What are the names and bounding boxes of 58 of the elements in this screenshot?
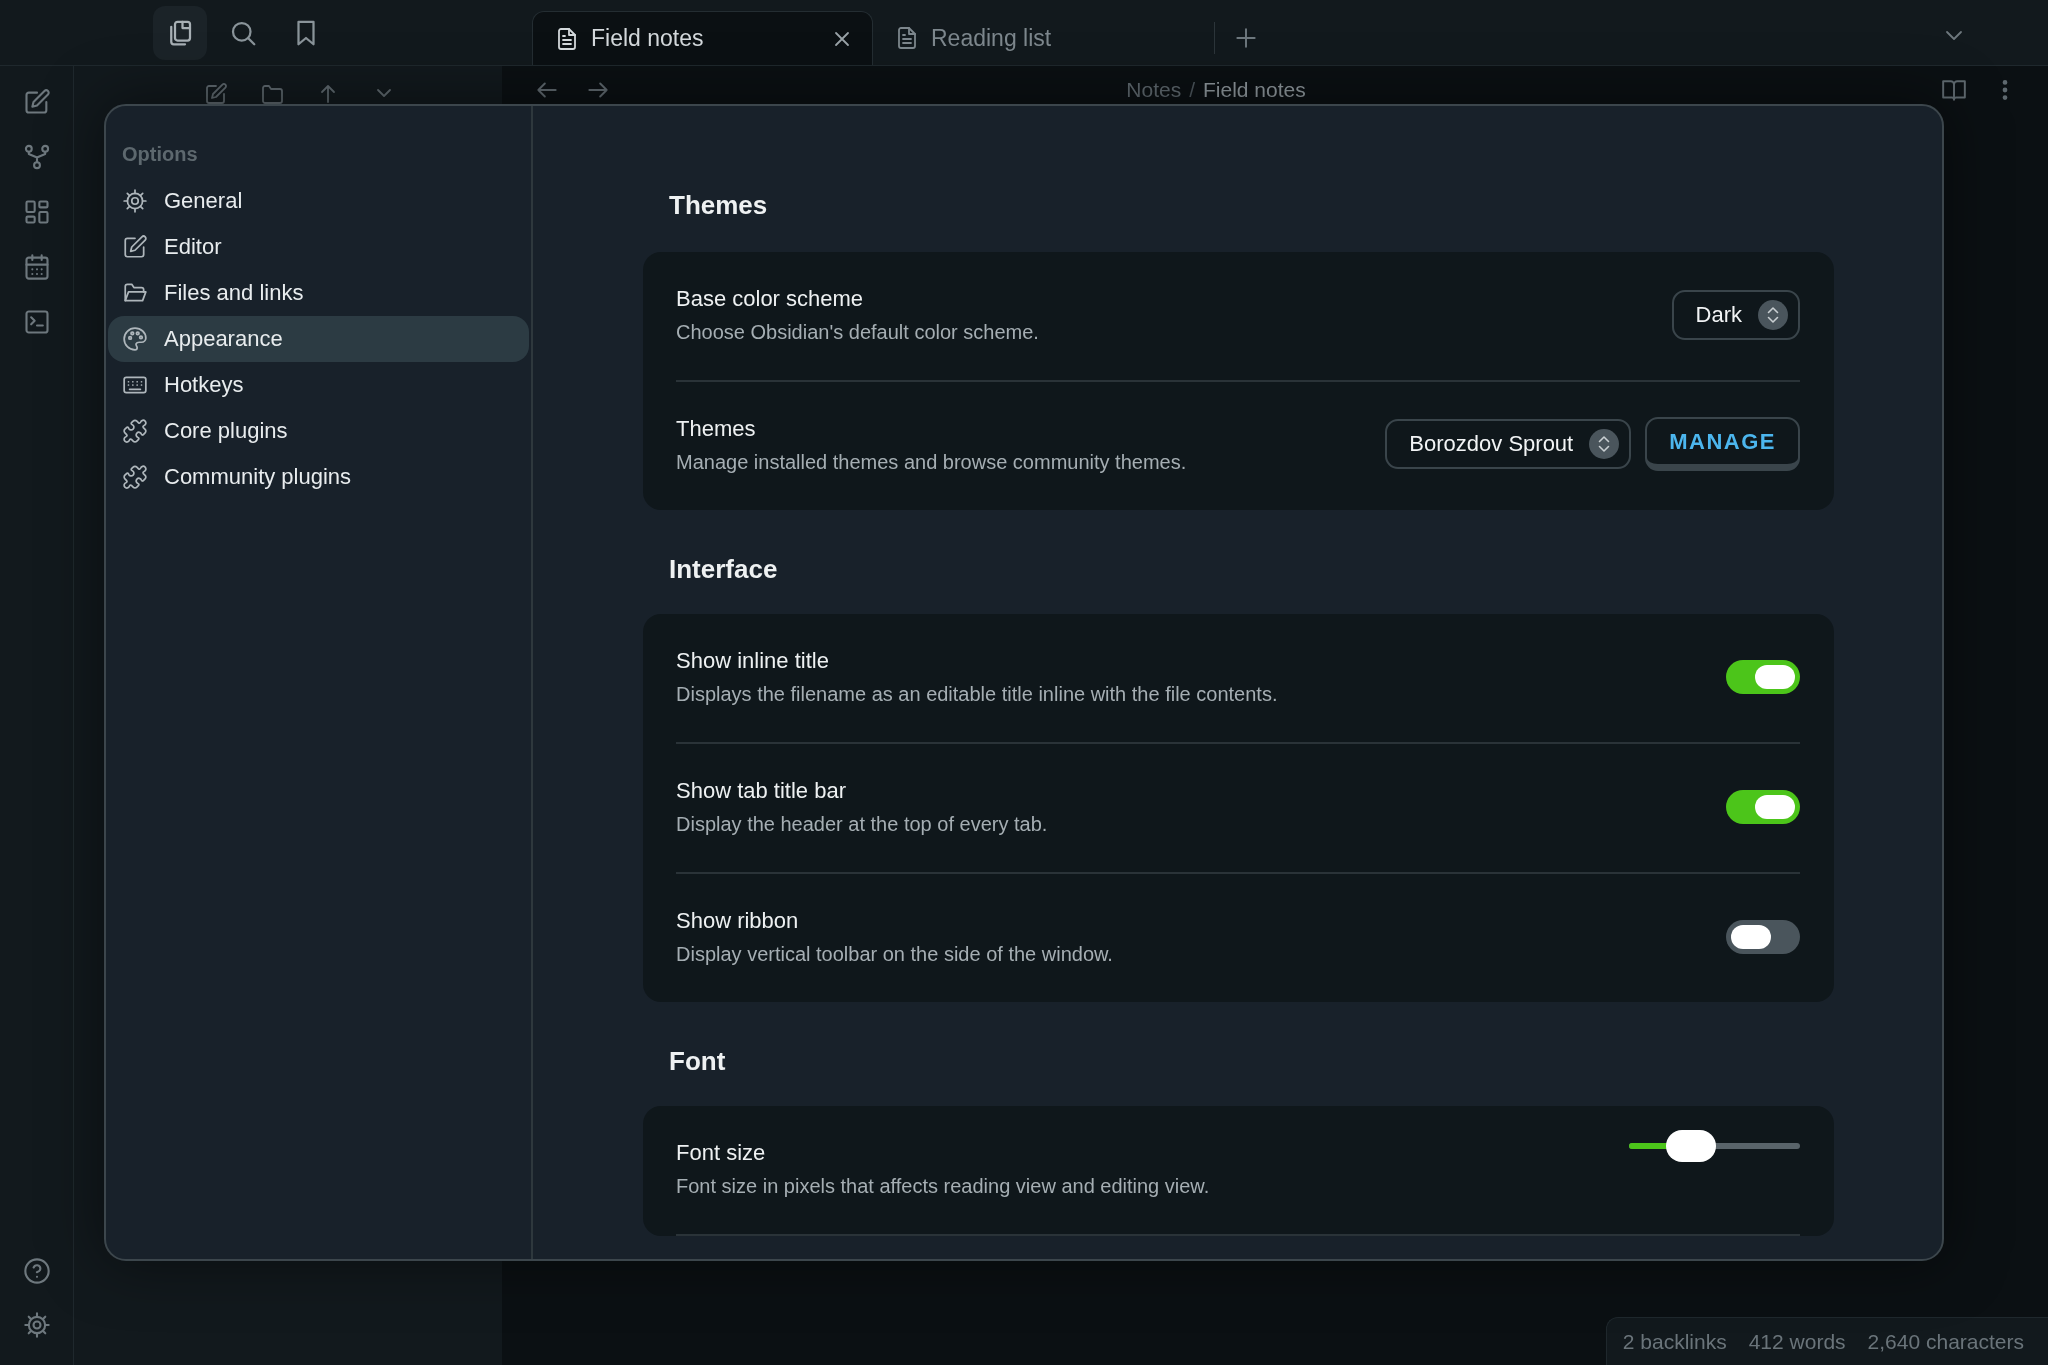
toggle-switch[interactable] xyxy=(1726,660,1800,694)
puzzle-icon xyxy=(122,464,148,490)
calendar-icon[interactable] xyxy=(22,253,51,281)
setting-name: Show tab title bar xyxy=(676,777,847,805)
sidebar-item[interactable]: General xyxy=(108,178,529,224)
book-icon[interactable] xyxy=(1941,77,1967,103)
palette-icon xyxy=(122,326,148,352)
graph-icon[interactable] xyxy=(22,143,51,171)
settings-icon[interactable] xyxy=(22,1311,51,1339)
setting-name: Show inline title xyxy=(676,647,830,675)
breadcrumb-file[interactable]: Field notes xyxy=(1203,78,1306,102)
terminal-icon[interactable] xyxy=(22,308,51,336)
tab[interactable]: Reading list xyxy=(873,11,1214,65)
status-text: 412 words xyxy=(1748,1329,1846,1354)
manage-button[interactable]: MANAGE xyxy=(1645,417,1800,471)
sidebar-item[interactable]: Hotkeys xyxy=(108,362,529,408)
status-text: 2,640 characters xyxy=(1867,1329,2024,1354)
document-icon xyxy=(895,26,919,50)
toggle-switch[interactable] xyxy=(1726,920,1800,954)
dropdown[interactable]: Dark xyxy=(1671,290,1800,340)
setting-name: Themes xyxy=(676,415,757,443)
pencil-icon xyxy=(122,234,148,260)
gear-icon xyxy=(122,188,148,214)
setting-description: Display vertical toolbar on the side of the window. xyxy=(676,942,1114,967)
sidebar-item[interactable]: Editor xyxy=(108,224,529,270)
up-down-icon xyxy=(1589,429,1620,459)
setting-description: Manage installed themes and browse community themes. xyxy=(676,450,1188,475)
section-heading: Font xyxy=(669,1045,727,1078)
document-icon xyxy=(555,26,579,51)
setting-description: Choose Obsidian's default color scheme. xyxy=(676,320,1040,345)
dashboard-icon[interactable] xyxy=(22,198,51,226)
sidebar-item[interactable]: Core plugins xyxy=(108,408,529,454)
slider-thumb[interactable] xyxy=(1665,1130,1716,1162)
folder-icon[interactable] xyxy=(260,82,284,106)
setting-name: Base color scheme xyxy=(676,285,865,313)
dropdown[interactable]: Borozdov Sprout xyxy=(1385,419,1632,469)
sidebar-heading: Options xyxy=(121,142,199,167)
setting-description: Font size in pixels that affects reading view and editing view. xyxy=(676,1174,1211,1199)
setting-name: Font size xyxy=(676,1139,767,1167)
help-icon[interactable] xyxy=(22,1257,51,1285)
setting-description: Display the header at the top of every tab. xyxy=(676,812,1049,837)
sidebar-item[interactable]: Community plugins xyxy=(108,454,529,500)
toggle-switch[interactable] xyxy=(1726,790,1800,824)
section-heading: Themes xyxy=(669,189,769,222)
breadcrumb-separator: / xyxy=(1189,78,1195,102)
puzzle-icon xyxy=(122,418,148,444)
sidebar-item[interactable]: Files and links xyxy=(108,270,529,316)
up-down-icon xyxy=(1758,300,1788,330)
tab[interactable]: Field notes xyxy=(532,11,873,65)
font-size-slider[interactable] xyxy=(1629,1130,1800,1162)
new-note-icon[interactable] xyxy=(204,82,228,106)
sidebar-item[interactable]: Appearance xyxy=(108,316,529,362)
setting-description: Displays the filename as an editable title inline with the file contents. xyxy=(676,682,1279,707)
status-text: 2 backlinks xyxy=(1622,1329,1727,1354)
section-heading: Interface xyxy=(669,553,779,586)
edit-icon[interactable] xyxy=(22,88,51,116)
files-icon[interactable] xyxy=(153,5,207,60)
setting-name: Show ribbon xyxy=(676,907,800,935)
